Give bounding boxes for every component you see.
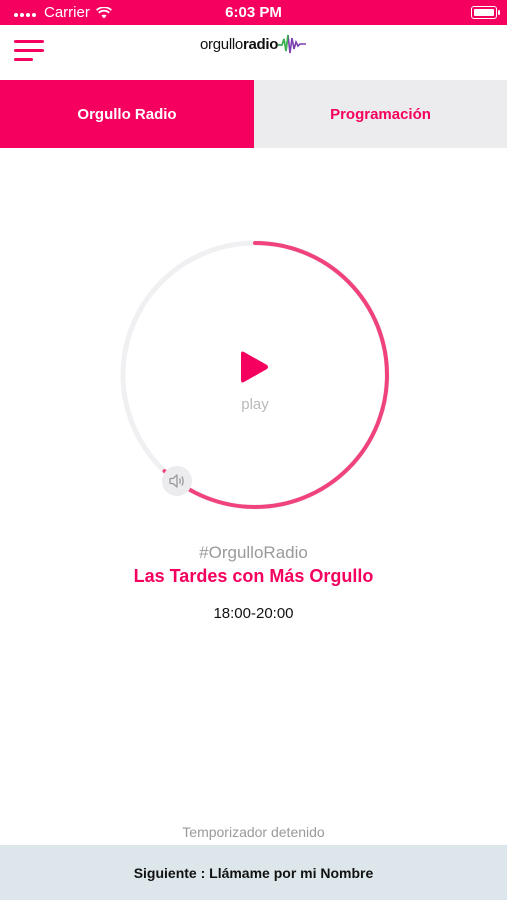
next-show-bar[interactable]: Siguiente : Llámame por mi Nombre (0, 845, 507, 900)
station-hashtag: #OrgulloRadio (199, 543, 308, 562)
soundwave-icon (278, 34, 307, 54)
show-title: Las Tardes con Más Orgullo (133, 566, 374, 586)
radio-player: play (120, 240, 390, 510)
app-header: orgulloradio (0, 25, 507, 80)
status-time: 6:03 PM (225, 4, 282, 21)
battery-icon (471, 6, 500, 19)
show-schedule: 18:00-20:00 (213, 605, 294, 622)
play-icon[interactable] (240, 350, 270, 384)
tab-bar: Orgullo Radio Programación (0, 80, 507, 148)
app-screen: Carrier 6:03 PM orgulloradio Orgullo Rad… (0, 0, 507, 900)
logo-text: orgulloradio (200, 35, 279, 53)
timer-status: Temporizador detenido (182, 824, 325, 840)
tab-orgullo-radio[interactable]: Orgullo Radio (0, 80, 254, 148)
battery-level (473, 8, 494, 16)
hamburger-menu-icon[interactable] (14, 40, 46, 64)
play-label: play (241, 396, 269, 413)
tab-programacion[interactable]: Programación (254, 80, 507, 148)
volume-icon[interactable] (162, 466, 192, 496)
status-bar: Carrier 6:03 PM (0, 0, 507, 25)
orgullo-radio-logo: orgulloradio (200, 32, 307, 56)
